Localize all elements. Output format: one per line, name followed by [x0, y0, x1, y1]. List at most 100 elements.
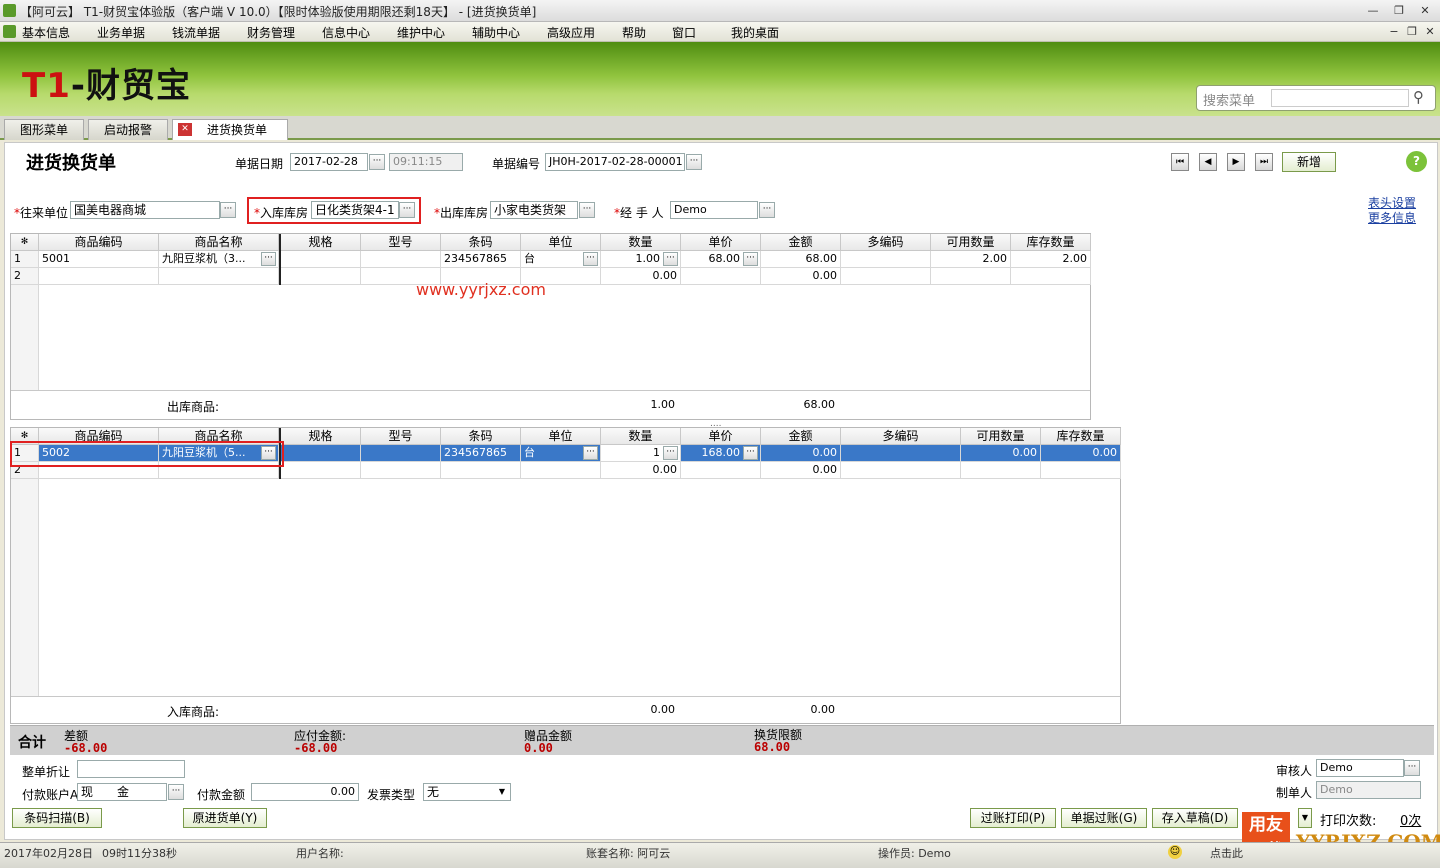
post-print-button[interactable]: 过账打印(P) — [970, 808, 1056, 828]
column-header[interactable]: 商品名称 — [159, 234, 279, 251]
partner-field[interactable]: 国美电器商城 — [70, 201, 220, 219]
search-icon[interactable]: ⚲ — [1413, 88, 1424, 106]
help-icon[interactable]: ? — [1406, 151, 1427, 172]
cell-name-picker-button[interactable]: ··· — [261, 252, 276, 266]
prev-record-icon[interactable]: ◀ — [1199, 153, 1217, 171]
minimize-icon[interactable]: — — [1362, 3, 1384, 19]
more-actions-dropdown[interactable]: ▼ — [1298, 808, 1312, 828]
cell-qty-picker-button[interactable]: ··· — [663, 252, 678, 266]
cell-avail[interactable]: 0.00 — [961, 445, 1041, 462]
column-header[interactable]: 库存数量 — [1041, 428, 1121, 445]
cell-avail[interactable] — [961, 462, 1041, 479]
out-warehouse-button[interactable]: ··· — [579, 202, 595, 218]
cell-barcode[interactable]: 234567865 — [441, 251, 521, 268]
tab-purchase-exchange[interactable]: ✕ 进货换货单 — [172, 119, 288, 140]
next-record-icon[interactable]: ▶ — [1227, 153, 1245, 171]
account-field[interactable]: 现 金 — [77, 783, 167, 801]
last-record-icon[interactable]: ⏭ — [1255, 153, 1273, 171]
in-warehouse-button[interactable]: ··· — [399, 202, 415, 218]
new-button[interactable]: 新增 — [1282, 152, 1336, 172]
barcode-scan-button[interactable]: 条码扫描(B) — [12, 808, 102, 828]
more-info-link[interactable]: 更多信息 — [1368, 209, 1416, 226]
menu-window[interactable]: 窗口 — [672, 24, 696, 41]
cell-barcode[interactable]: 234567865 — [441, 445, 521, 462]
column-header[interactable]: 可用数量 — [961, 428, 1041, 445]
doc-no-field[interactable]: JH0H-2017-02-28-00001 — [545, 153, 685, 171]
cell-unit[interactable] — [521, 462, 601, 479]
cell-spec[interactable] — [281, 268, 361, 285]
post-document-button[interactable]: 单据过账(G) — [1061, 808, 1147, 828]
column-header[interactable]: 多编码 — [841, 234, 931, 251]
cell-price[interactable] — [681, 268, 761, 285]
tab-graphic-menu[interactable]: 图形菜单 — [4, 119, 84, 140]
account-button[interactable]: ··· — [168, 784, 184, 800]
save-draft-button[interactable]: 存入草稿(D) — [1152, 808, 1238, 828]
close-icon[interactable]: ✕ — [1414, 3, 1436, 19]
cell-qty[interactable]: 0.00 — [601, 462, 681, 479]
auditor-button[interactable]: ··· — [1404, 760, 1420, 776]
cell-price-picker-button[interactable]: ··· — [743, 252, 758, 266]
status-click-hint[interactable]: 点击此 — [1210, 845, 1243, 861]
column-header[interactable]: 数量 — [601, 428, 681, 445]
cell-barcode[interactable] — [441, 462, 521, 479]
cell-spec[interactable] — [281, 462, 361, 479]
column-header[interactable]: 单价 — [681, 428, 761, 445]
cell-stock[interactable] — [1011, 268, 1091, 285]
cell-multi[interactable] — [841, 445, 961, 462]
cell-code[interactable] — [39, 268, 159, 285]
cell-avail[interactable] — [931, 268, 1011, 285]
cell-multi[interactable] — [841, 462, 961, 479]
tab-startup-alerts[interactable]: 启动报警 — [88, 119, 168, 140]
auditor-field[interactable]: Demo — [1316, 759, 1404, 777]
tab-close-icon[interactable]: ✕ — [178, 123, 192, 136]
payment-amount-field[interactable]: 0.00 — [251, 783, 359, 801]
column-header[interactable]: 单价 — [681, 234, 761, 251]
cell-stock[interactable]: 0.00 — [1041, 445, 1121, 462]
cell-stock[interactable]: 2.00 — [1011, 251, 1091, 268]
menu-desktop[interactable]: 我的桌面 — [731, 24, 779, 41]
column-header[interactable]: 多编码 — [841, 428, 961, 445]
date-picker-button[interactable]: ··· — [369, 154, 385, 170]
column-header[interactable]: 单位 — [521, 428, 601, 445]
cell-price[interactable] — [681, 462, 761, 479]
column-header[interactable]: 规格 — [281, 234, 361, 251]
cell-amount[interactable]: 68.00 — [761, 251, 841, 268]
chevron-down-icon[interactable]: ▼ — [494, 784, 510, 800]
search-input[interactable] — [1271, 89, 1409, 107]
column-header[interactable]: 条码 — [441, 428, 521, 445]
column-header[interactable]: 金额 — [761, 234, 841, 251]
cell-avail[interactable]: 2.00 — [931, 251, 1011, 268]
cell-amount[interactable]: 0.00 — [761, 445, 841, 462]
cell-amount[interactable]: 0.00 — [761, 462, 841, 479]
menu-help[interactable]: 帮助 — [622, 24, 646, 41]
partner-button[interactable]: ··· — [220, 202, 236, 218]
cell-stock[interactable] — [1041, 462, 1121, 479]
date-field[interactable]: 2017-02-28 — [290, 153, 368, 171]
cell-multi[interactable] — [841, 251, 931, 268]
menu-finance[interactable]: 财务管理 — [247, 24, 295, 41]
in-warehouse-field[interactable]: 日化类货架4-1 — [311, 201, 399, 219]
column-header[interactable]: 可用数量 — [931, 234, 1011, 251]
cell-spec[interactable] — [281, 251, 361, 268]
discount-field[interactable] — [77, 760, 185, 778]
column-header[interactable]: 型号 — [361, 428, 441, 445]
cell-multi[interactable] — [841, 268, 931, 285]
menu-maintenance[interactable]: 维护中心 — [397, 24, 445, 41]
cell-code[interactable]: 5001 — [39, 251, 159, 268]
first-record-icon[interactable]: ⏮ — [1171, 153, 1189, 171]
cell-qty[interactable]: 0.00 — [601, 268, 681, 285]
handler-button[interactable]: ··· — [759, 202, 775, 218]
doc-no-button[interactable]: ··· — [686, 154, 702, 170]
column-header[interactable]: 商品编码 — [39, 234, 159, 251]
column-header[interactable]: 金额 — [761, 428, 841, 445]
original-purchase-button[interactable]: 原进货单(Y) — [183, 808, 267, 828]
mdi-close-icon[interactable]: ✕ — [1422, 24, 1438, 40]
menu-business-docs[interactable]: 业务单据 — [97, 24, 145, 41]
column-header[interactable]: 库存数量 — [1011, 234, 1091, 251]
restore-icon[interactable]: ❐ — [1388, 3, 1410, 19]
out-warehouse-field[interactable]: 小家电类货架 — [490, 201, 578, 219]
cell-price-picker-button[interactable]: ··· — [743, 446, 758, 460]
column-header[interactable]: 数量 — [601, 234, 681, 251]
cell-spec[interactable] — [281, 445, 361, 462]
mdi-minimize-icon[interactable]: − — [1386, 24, 1402, 40]
